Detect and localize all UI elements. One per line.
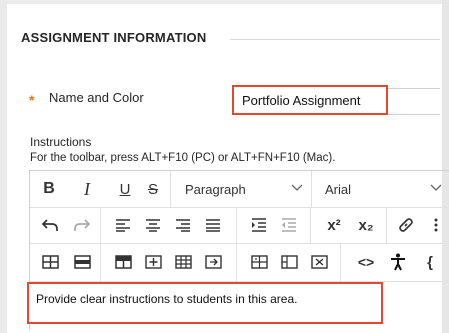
- table-row-icon[interactable]: [66, 243, 98, 281]
- code-view-icon[interactable]: <>: [350, 243, 382, 281]
- partial-curly-icon[interactable]: {: [418, 243, 442, 281]
- strikethrough-button[interactable]: S: [134, 171, 172, 207]
- table-icon[interactable]: [34, 243, 66, 281]
- indent-icon[interactable]: [244, 207, 274, 243]
- toolbar-separator: [310, 207, 311, 243]
- align-left-icon[interactable]: [108, 207, 138, 243]
- link-icon[interactable]: [390, 207, 422, 243]
- toolbar-row-3: <> {: [30, 243, 449, 282]
- font-family-value: Arial: [325, 181, 352, 197]
- left-edge: [0, 0, 7, 333]
- block-format-value: Paragraph: [185, 181, 246, 197]
- top-edge: [0, 0, 449, 4]
- toolbar-separator: [236, 243, 237, 281]
- outdent-icon[interactable]: [274, 207, 304, 243]
- toolbar-separator: [236, 207, 237, 243]
- block-format-select[interactable]: Paragraph: [170, 171, 311, 207]
- toolbar-row-2: x² x₂: [30, 207, 449, 244]
- split-cells-icon[interactable]: [274, 243, 304, 281]
- name-input[interactable]: [234, 87, 386, 113]
- toolbar-separator: [386, 207, 387, 243]
- name-input-highlight: [232, 85, 388, 115]
- table-props-icon[interactable]: [244, 243, 274, 281]
- required-marker: *: [29, 92, 35, 108]
- section-title: ASSIGNMENT INFORMATION: [21, 30, 207, 45]
- align-right-icon[interactable]: [168, 207, 198, 243]
- redo-icon[interactable]: [66, 207, 98, 243]
- chevron-down-icon: [430, 184, 442, 191]
- table-header-icon[interactable]: [108, 243, 138, 281]
- bold-button[interactable]: B: [30, 171, 68, 207]
- superscript-icon[interactable]: x²: [318, 207, 350, 243]
- instructions-content[interactable]: Provide clear instructions to students i…: [36, 292, 297, 306]
- accessibility-icon[interactable]: [382, 243, 414, 281]
- toolbar-row-1: B I U S Paragraph Arial: [30, 171, 449, 208]
- toolbar-hint: For the toolbar, press ALT+F10 (PC) or A…: [30, 152, 336, 164]
- instructions-content-highlight[interactable]: Provide clear instructions to students i…: [27, 282, 383, 324]
- subscript-icon[interactable]: x₂: [350, 207, 382, 243]
- delete-cell-icon[interactable]: [304, 243, 334, 281]
- name-and-color-label: Name and Color: [49, 90, 144, 105]
- align-center-icon[interactable]: [138, 207, 168, 243]
- overflow-icon[interactable]: [426, 207, 446, 243]
- insert-column-icon[interactable]: [168, 243, 198, 281]
- insert-row-icon[interactable]: [138, 243, 168, 281]
- toolbar-separator: [100, 207, 101, 243]
- merge-cells-icon[interactable]: [198, 243, 228, 281]
- font-family-select[interactable]: Arial: [311, 171, 449, 207]
- justify-icon[interactable]: [198, 207, 228, 243]
- instructions-label: Instructions: [30, 135, 92, 149]
- section-divider: [230, 39, 440, 40]
- italic-button[interactable]: I: [68, 171, 106, 207]
- undo-icon[interactable]: [34, 207, 66, 243]
- toolbar-separator: [100, 243, 101, 281]
- name-input-extension: [388, 88, 440, 115]
- toolbar-separator: [340, 243, 341, 281]
- chevron-down-icon: [291, 184, 303, 191]
